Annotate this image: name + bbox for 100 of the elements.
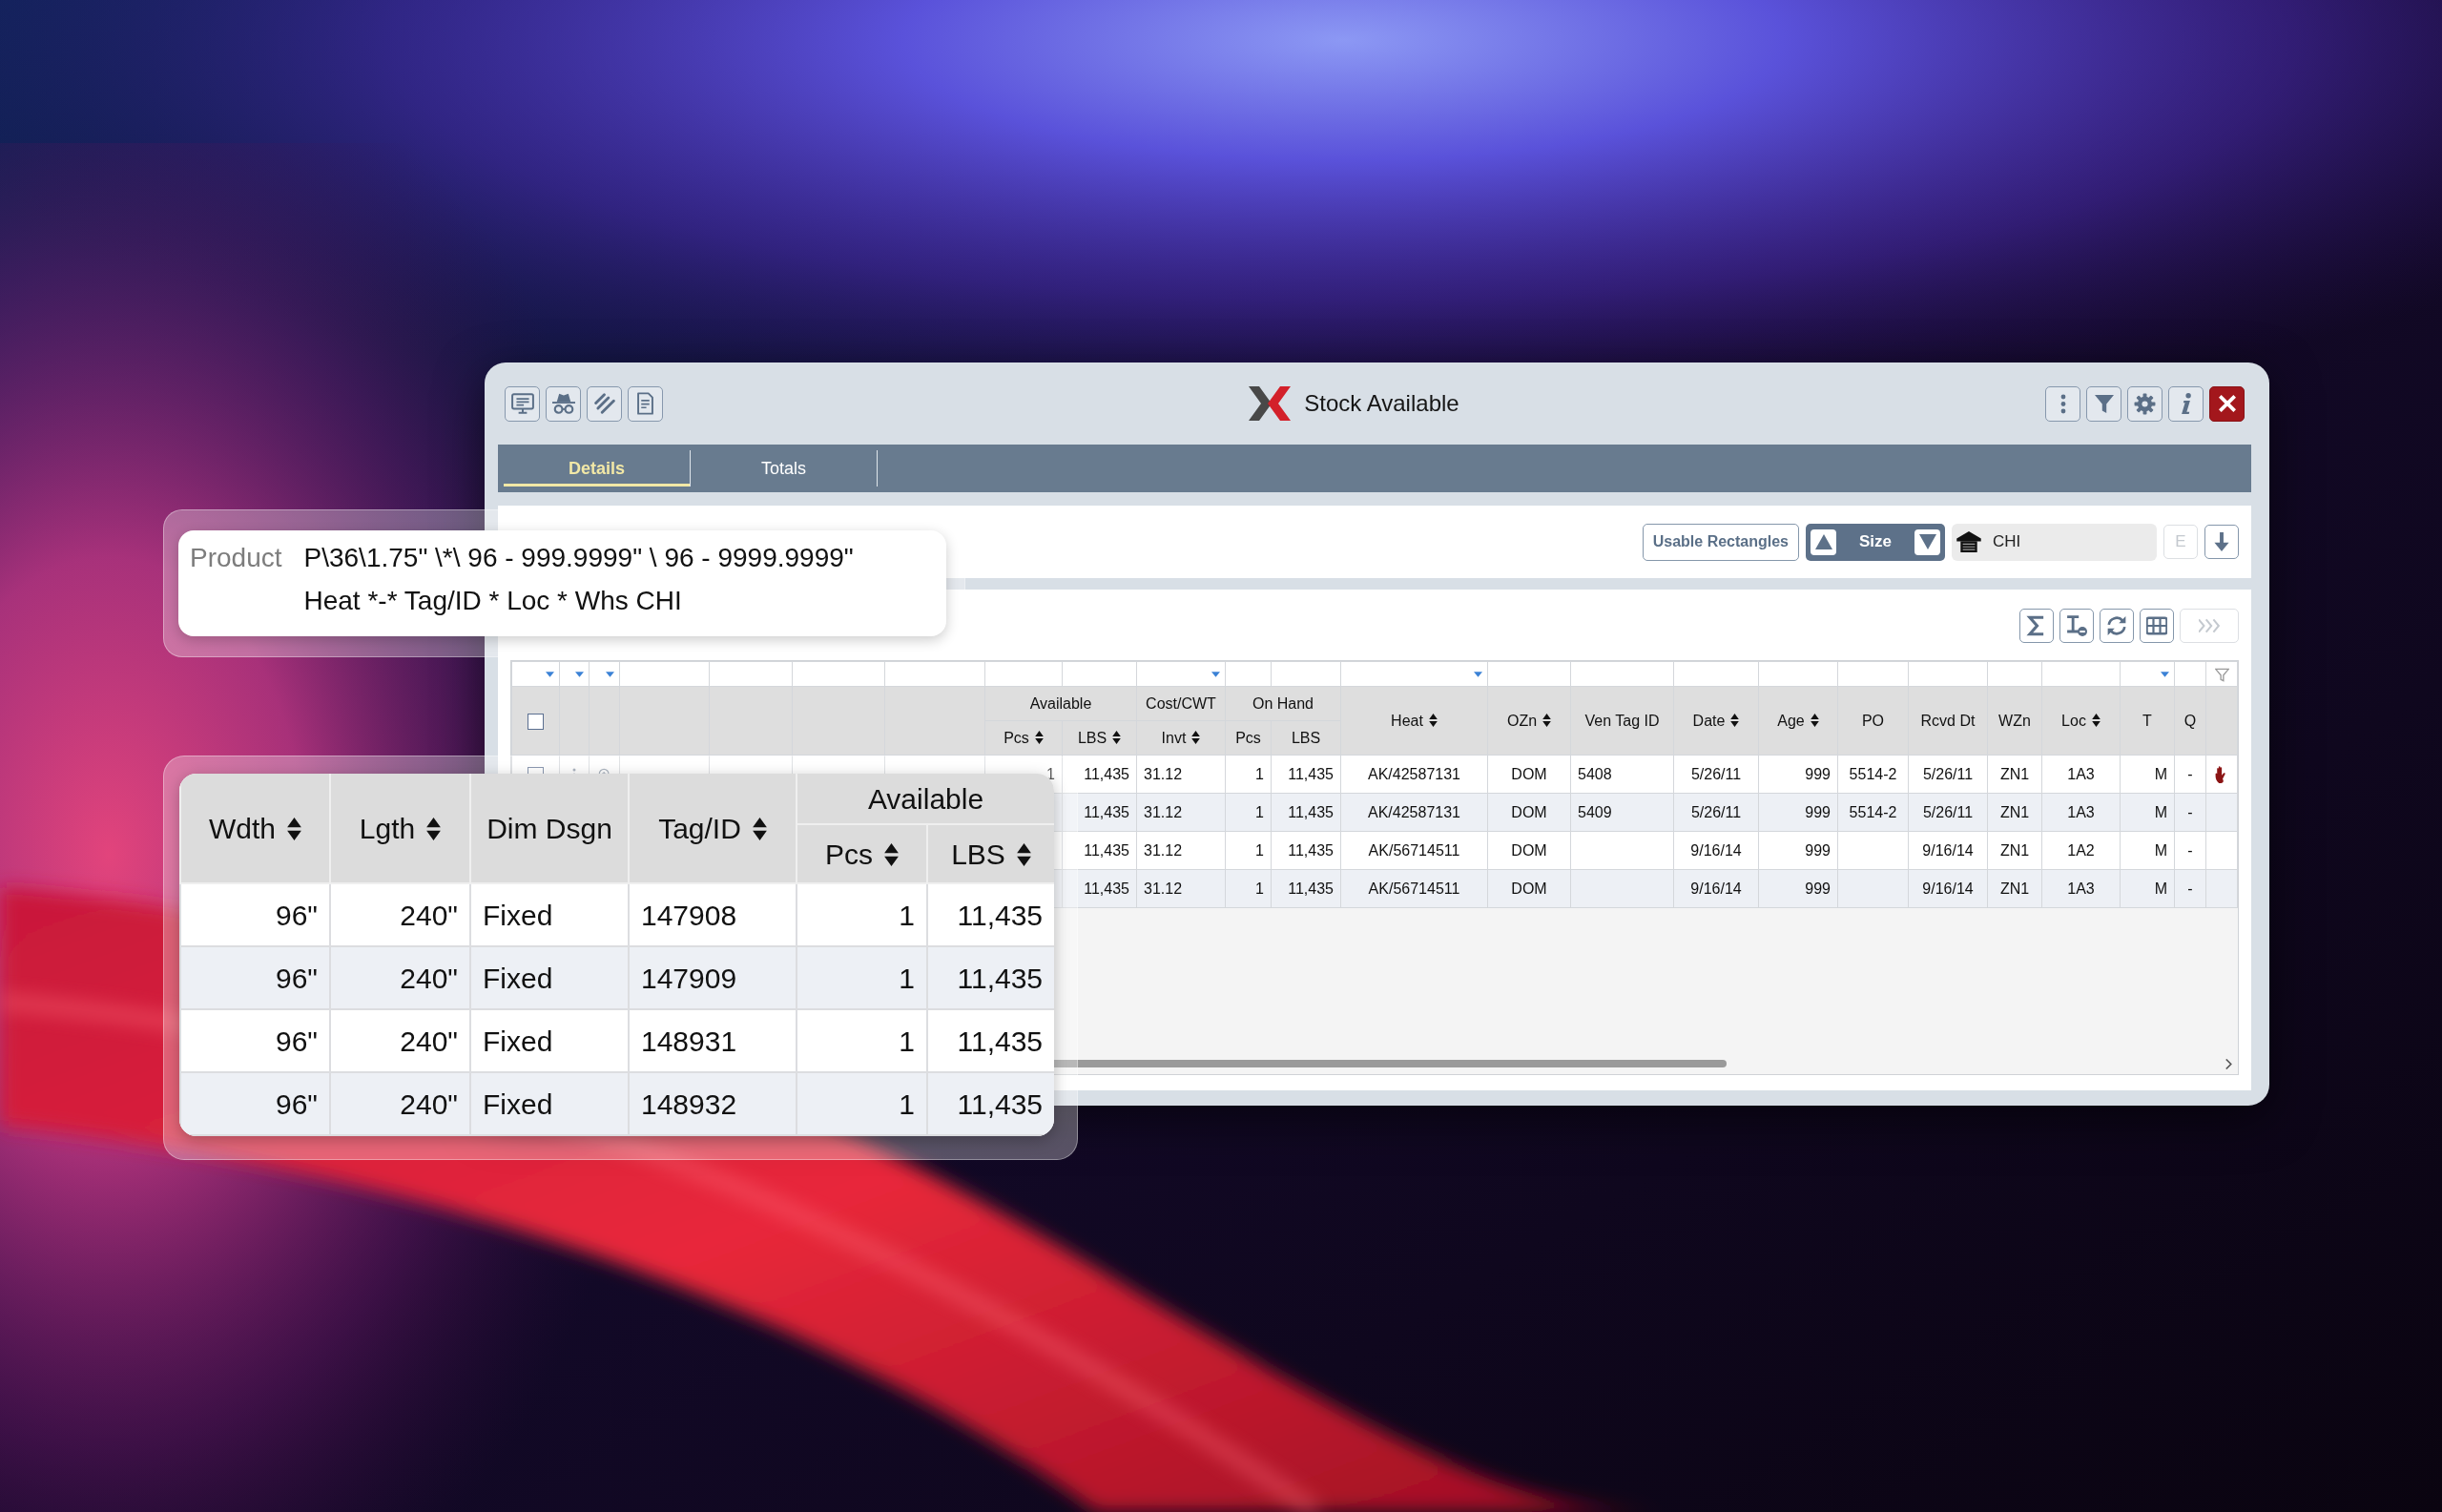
column-header[interactable]: Heat <box>1340 686 1488 756</box>
bars-button[interactable] <box>587 385 622 422</box>
column-header[interactable]: LBS <box>927 824 1054 883</box>
table-cell: AK/56714511 <box>1340 831 1488 870</box>
close-icon <box>2218 395 2236 412</box>
sort-label: Size <box>1859 531 1892 553</box>
column-header[interactable]: Loc <box>2041 686 2121 756</box>
sort-down-button[interactable] <box>1914 528 1940 555</box>
table-cell: 5/26/11 <box>1908 755 1988 794</box>
table-cell: AK/42587131 <box>1340 793 1488 832</box>
document-button[interactable] <box>628 385 663 422</box>
filter-icon[interactable] <box>2214 667 2229 682</box>
table-cell: 1A3 <box>2041 793 2121 832</box>
table-cell: 999 <box>1758 755 1838 794</box>
filter-field[interactable] <box>2041 661 2121 687</box>
filter-field[interactable] <box>559 661 590 687</box>
filter-field[interactable] <box>1136 661 1226 687</box>
warehouse-field[interactable]: CHI <box>1952 523 2157 561</box>
column-header[interactable]: Date <box>1673 686 1759 756</box>
dropdown-arrow-icon[interactable] <box>1211 672 1220 678</box>
table-cell: 1 <box>797 1072 927 1135</box>
table-cell: - <box>2174 755 2206 794</box>
filter-field[interactable] <box>1908 661 1988 687</box>
filter-field[interactable] <box>1340 661 1488 687</box>
filter-field[interactable] <box>1225 661 1272 687</box>
table-cell: 11,435 <box>1271 793 1341 832</box>
close-button[interactable] <box>2209 385 2245 422</box>
sort-up-button[interactable] <box>1811 528 1836 555</box>
hat-glasses-button[interactable] <box>546 385 581 422</box>
settings-button[interactable] <box>2127 385 2163 422</box>
column-header[interactable]: Pcs <box>984 720 1063 756</box>
filter-field[interactable] <box>1987 661 2042 687</box>
column-header: Pcs <box>1225 720 1272 756</box>
table-cell: 11,435 <box>1271 869 1341 908</box>
table-cell: M <box>2120 869 2175 908</box>
table-cell: 1A3 <box>2041 869 2121 908</box>
more-button[interactable] <box>2045 385 2080 422</box>
table-cell: ZN1 <box>1987 831 2042 870</box>
sum-button[interactable] <box>2019 609 2054 643</box>
filter-field[interactable] <box>1673 661 1759 687</box>
refresh-button[interactable] <box>2100 609 2134 643</box>
column-header[interactable]: Wdth <box>180 774 330 883</box>
column-header[interactable]: Tag/ID <box>629 774 797 883</box>
triangle-down-icon <box>1918 534 1936 549</box>
filter-field[interactable] <box>619 661 710 687</box>
column-header[interactable]: OZn <box>1487 686 1571 756</box>
download-button[interactable] <box>2204 525 2239 559</box>
dropdown-arrow-icon[interactable] <box>1474 672 1482 678</box>
column-header: PO <box>1837 686 1909 756</box>
product-label: Product <box>190 542 282 574</box>
sort-control[interactable]: Size <box>1806 523 1945 561</box>
column-header[interactable]: Age <box>1758 686 1838 756</box>
filter-field[interactable] <box>2120 661 2175 687</box>
tab[interactable]: Totals <box>691 450 878 487</box>
monitor-icon <box>510 393 534 414</box>
filter-field[interactable] <box>2174 661 2206 687</box>
column-header[interactable]: Lgth <box>330 774 470 883</box>
dropdown-arrow-icon[interactable] <box>2161 672 2169 678</box>
table-cell: M <box>2120 793 2175 832</box>
filter-icon <box>2094 394 2114 413</box>
dropdown-arrow-icon[interactable] <box>575 672 584 678</box>
filter-field[interactable] <box>709 661 793 687</box>
triangle-up-icon <box>1814 534 1832 549</box>
checkbox[interactable] <box>528 713 544 730</box>
beam-button[interactable] <box>2059 609 2094 643</box>
column-header[interactable]: Invt <box>1136 720 1226 756</box>
chevron-right-icon[interactable] <box>2225 1058 2232 1069</box>
filter-field[interactable] <box>589 661 620 687</box>
table-cell: ZN1 <box>1987 869 2042 908</box>
table-cell: 1A3 <box>2041 755 2121 794</box>
filter-field[interactable] <box>1758 661 1838 687</box>
column-header[interactable]: LBS <box>1062 720 1137 756</box>
info-button[interactable] <box>2168 385 2204 422</box>
monitor-button[interactable] <box>505 385 540 422</box>
arrow-down-icon <box>2214 532 2229 551</box>
filter-field[interactable] <box>1837 661 1909 687</box>
filter-field[interactable] <box>1570 661 1674 687</box>
column-header[interactable]: Pcs <box>797 824 927 883</box>
product-description: P\36\1.75" \*\ 96 - 999.9999" \ 96 - 9999.9999" Heat *-* Tag/ID * Loc * Whs CHI <box>303 542 855 617</box>
table-cell: 999 <box>1758 869 1838 908</box>
filter-button[interactable] <box>2086 385 2121 422</box>
dropdown-arrow-icon[interactable] <box>546 672 554 678</box>
table-cell: ZN1 <box>1987 793 2042 832</box>
tab[interactable]: Details <box>504 450 691 487</box>
table-cell: 11,435 <box>1062 755 1137 794</box>
filter-field[interactable] <box>792 661 885 687</box>
filter-field[interactable] <box>884 661 985 687</box>
filter-field[interactable] <box>1487 661 1571 687</box>
table-cell: AK/56714511 <box>1340 869 1488 908</box>
dropdown-arrow-icon[interactable] <box>606 672 614 678</box>
usable-rectangles-button[interactable]: Usable Rectangles <box>1642 523 1799 561</box>
filter-field[interactable] <box>511 661 560 687</box>
grid-layout-button[interactable] <box>2140 609 2174 643</box>
filter-field[interactable] <box>1271 661 1341 687</box>
table-cell: 11,435 <box>1062 793 1137 832</box>
table-cell: M <box>2120 755 2175 794</box>
filter-field[interactable] <box>1062 661 1137 687</box>
table-cell: 9/16/14 <box>1673 831 1759 870</box>
filter-field[interactable] <box>984 661 1063 687</box>
table-cell: 11,435 <box>1271 755 1341 794</box>
